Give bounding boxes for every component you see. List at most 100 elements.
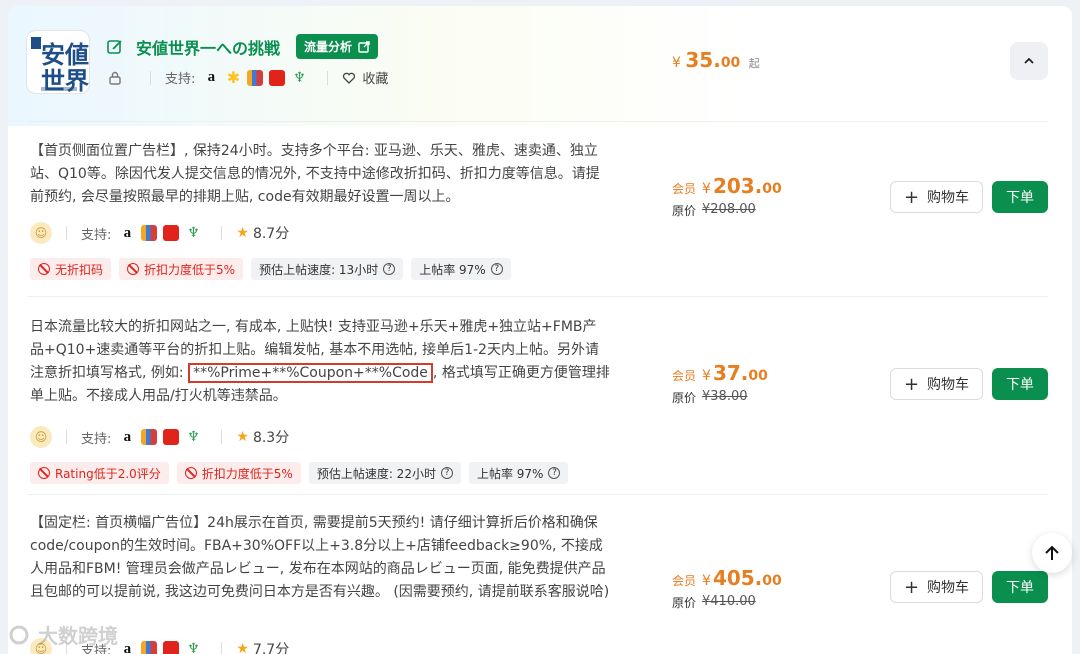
tag-low-discount: 折扣力度低于5% — [119, 258, 244, 280]
original-value: ¥208.00 — [702, 202, 756, 217]
chevron-up-icon — [1024, 57, 1034, 64]
listing-description: 【首页侧面位置广告栏】, 保持24小时。支持多个平台: 亚马逊、乐天、雅虎、速卖… — [30, 143, 600, 205]
favorite-label: 收藏 — [362, 72, 389, 87]
support-label: 支持: — [81, 227, 112, 243]
logo-underline — [41, 87, 77, 91]
plus-icon: + — [903, 186, 920, 208]
watermark-logo-icon — [9, 625, 29, 644]
lock-icon — [109, 71, 121, 85]
aliexpress-icon — [163, 429, 180, 445]
original-price: 原价 ¥208.00 — [672, 202, 782, 219]
section-divider — [28, 494, 1048, 495]
original-price: 原价 ¥38.00 — [672, 389, 768, 406]
rating-score: 8.3分 — [252, 430, 290, 446]
divider — [327, 70, 329, 85]
currency: ¥ — [702, 368, 711, 384]
add-to-cart-button[interactable]: + 购物车 — [890, 181, 983, 213]
add-to-cart-button[interactable]: + 购物车 — [890, 368, 983, 400]
support-label: 支持: — [81, 431, 112, 447]
tag-post-speed: 预估上帖速度: 22小时? — [308, 462, 461, 484]
help-icon[interactable]: ? — [490, 263, 503, 275]
tag-label: 上帖率 97% — [419, 262, 486, 277]
aliexpress-icon — [163, 225, 180, 241]
qoo10-icon: ♆ — [187, 225, 200, 241]
heart-icon — [343, 72, 356, 84]
listing-description: 【固定栏: 首页横幅广告位】24h展示在首页, 需要提前5天预约! 请仔细计算折… — [30, 515, 610, 600]
help-icon[interactable]: ? — [548, 467, 561, 479]
amazon-icon: a — [207, 69, 216, 85]
avatar[interactable]: ☺ — [30, 426, 52, 448]
tag-label: 上帖率 97% — [476, 466, 544, 481]
currency: ¥ — [702, 573, 711, 589]
tag-label: 预估上帖速度: 22小时 — [316, 466, 436, 481]
rakuten-icon — [141, 225, 158, 241]
order-button[interactable]: 下单 — [992, 571, 1048, 603]
order-button[interactable]: 下单 — [992, 368, 1048, 400]
tag-low-discount: 折扣力度低于5% — [176, 462, 301, 484]
site-title[interactable]: 安値世界一への挑戦 — [136, 35, 280, 59]
price-int: 35. — [685, 48, 721, 72]
order-button[interactable]: 下单 — [992, 181, 1048, 213]
help-icon[interactable]: ? — [383, 263, 396, 275]
price-block: 会员 ¥ 203. 00 原价 ¥208.00 — [672, 174, 782, 219]
price-int: 203. — [712, 174, 763, 198]
ban-icon — [184, 467, 197, 479]
help-icon[interactable]: ? — [440, 467, 453, 479]
rating-score: 8.7分 — [252, 226, 290, 242]
add-to-cart-button[interactable]: + 购物车 — [890, 571, 983, 603]
tag-label: Rating低于2.0评分 — [55, 466, 161, 481]
member-price: 会员 ¥ 405. 00 — [672, 566, 782, 590]
listing-meta: ☺ 支持: a ♆ ★ 8.3分 — [30, 426, 289, 448]
member-price: 会员 ¥ 37. 00 — [672, 361, 768, 385]
original-price: 原价 ¥410.00 — [672, 594, 782, 611]
price-dec: 00 — [720, 55, 741, 71]
rakuten-icon — [247, 69, 264, 86]
amazon-icon: a — [123, 428, 132, 445]
price-dec: 00 — [748, 368, 768, 384]
member-price: 会员 ¥ 203. 00 — [672, 174, 782, 198]
original-label: 原价 — [672, 596, 697, 610]
tag-label: 折扣力度低于5% — [201, 466, 293, 481]
ban-icon — [38, 263, 50, 275]
divider — [66, 430, 67, 444]
site-logo[interactable]: 安値 世界 — [26, 30, 90, 94]
scroll-to-top-button[interactable] — [1032, 533, 1072, 573]
price-block: 会员 ¥ 405. 00 原价 ¥410.00 — [672, 566, 782, 611]
star-icon: ★ — [236, 225, 249, 241]
header-support-row: 支持: a ✱ ♆ 收藏 — [108, 68, 388, 87]
external-link-icon — [358, 40, 370, 53]
divider — [221, 430, 223, 444]
price-dec: 00 — [762, 181, 782, 197]
cart-label: 购物车 — [927, 377, 970, 393]
price-int: 405. — [712, 566, 763, 590]
traffic-analysis-button[interactable]: 流量分析 — [296, 34, 379, 59]
price-suffix: 起 — [748, 57, 760, 70]
member-label: 会员 — [672, 574, 697, 588]
divider — [221, 226, 223, 240]
currency: ¥ — [672, 55, 681, 71]
price-int: 37. — [712, 361, 749, 385]
favorite-button[interactable]: 收藏 — [342, 68, 388, 87]
listing-meta: ☺ 支持: a ♆ ★ 8.7分 — [30, 222, 289, 244]
original-label: 原价 — [672, 204, 697, 218]
member-label: 会员 — [672, 182, 697, 196]
ban-icon — [127, 263, 140, 275]
section-divider — [28, 296, 1048, 297]
tag-low-rating: Rating低于2.0评分 — [30, 462, 169, 484]
collapse-button[interactable] — [1010, 42, 1048, 80]
tag-list: 无折扣码 折扣力度低于5% 预估上帖速度: 13小时? 上帖率 97%? — [30, 258, 511, 280]
walmart-icon: ✱ — [226, 68, 241, 87]
listing-item: 【首页侧面位置广告栏】, 保持24小时。支持多个平台: 亚马逊、乐天、雅虎、速卖… — [30, 140, 1050, 300]
amazon-icon: a — [123, 224, 132, 241]
traffic-analysis-label: 流量分析 — [304, 40, 353, 54]
shop-card: 安値 世界 安値世界一への挑戦 流量分析 支持: a ✱ ♆ 收藏 ¥ 35.0… — [8, 6, 1072, 654]
logo-mark — [31, 37, 41, 49]
tag-post-speed: 预估上帖速度: 13小时? — [251, 258, 404, 280]
member-label: 会员 — [672, 369, 697, 383]
format-highlight: **%Prime+**%Coupon+**%Code — [188, 363, 433, 383]
avatar[interactable]: ☺ — [30, 222, 52, 244]
star-icon: ★ — [236, 641, 249, 654]
tag-no-code: 无折扣码 — [30, 258, 112, 280]
original-label: 原价 — [672, 391, 697, 405]
edit-icon[interactable] — [106, 38, 124, 56]
